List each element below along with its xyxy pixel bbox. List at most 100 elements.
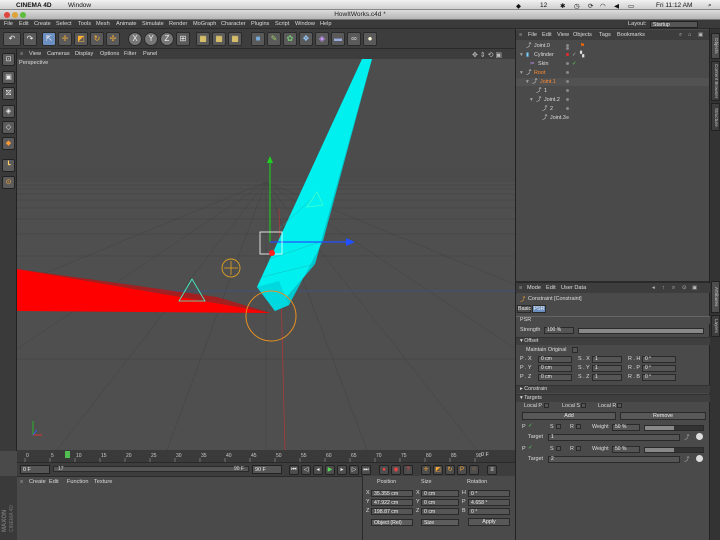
menu-script[interactable]: Script xyxy=(275,21,289,27)
attr-lock-icon[interactable]: ⊙ xyxy=(682,285,687,291)
render-view-icon[interactable]: ▦ xyxy=(196,32,210,46)
tab-layers[interactable]: Layers xyxy=(711,315,720,337)
object-name[interactable]: 2 xyxy=(550,105,553,113)
target1-p-check-icon[interactable]: ✓ xyxy=(528,423,533,429)
viewport-canvas[interactable] xyxy=(17,59,515,450)
render-picture-viewer-icon[interactable]: ▦ xyxy=(212,32,226,46)
minimize-window-icon[interactable] xyxy=(12,12,18,18)
attr-newpanel-icon[interactable]: ▣ xyxy=(692,285,697,291)
layout-select[interactable]: Startup xyxy=(650,21,698,28)
target2-weight-field[interactable]: 50 % xyxy=(612,446,640,453)
viewport-menu-cameras[interactable]: Cameras xyxy=(47,51,70,57)
object-name[interactable]: Root xyxy=(534,69,545,77)
offset-px-field[interactable]: 0 cm xyxy=(538,356,572,363)
strength-slider[interactable] xyxy=(578,328,704,334)
coordinate-system-icon[interactable]: ⊞ xyxy=(176,32,190,46)
object-row[interactable]: ⤴ Joint.3 xyxy=(516,114,710,122)
expand-icon[interactable]: ▾ xyxy=(530,96,533,104)
range-slider[interactable]: 17 90 F xyxy=(53,466,249,472)
clock[interactable]: Fri 11:12 AM xyxy=(656,2,692,9)
object-row[interactable]: ▾ ⤴ Joint.2 xyxy=(516,96,710,104)
visibility-dot[interactable] xyxy=(566,62,569,65)
play-icon[interactable]: ▶ xyxy=(325,465,335,475)
coord-size-y-field[interactable]: 0 cm xyxy=(421,499,459,506)
constraint-tag-icon[interactable]: ⚑ xyxy=(580,42,585,50)
viewport-menu-display[interactable]: Display xyxy=(75,51,93,57)
perspective-viewport[interactable]: Perspective xyxy=(17,59,515,450)
attr-back-icon[interactable]: ↑ xyxy=(662,285,665,291)
axis-y-button[interactable]: Y xyxy=(144,32,158,46)
menu-select[interactable]: Select xyxy=(56,21,72,27)
viewport-menu-view[interactable]: View xyxy=(29,51,41,57)
floor-icon[interactable]: ▬ xyxy=(331,32,345,46)
weight-tag-icon[interactable]: ▚ xyxy=(580,51,584,59)
target1-options-icon[interactable] xyxy=(696,433,703,440)
visibility-dot[interactable] xyxy=(566,116,569,119)
badge-count[interactable]: 12 xyxy=(540,2,547,9)
viewport-nav-icons[interactable]: ✥ ⇕ ⟲ ▣ xyxy=(472,51,502,59)
wifi-icon[interactable]: ◠ xyxy=(600,2,606,10)
scale-tool-icon[interactable]: ◩ xyxy=(74,32,88,46)
light-icon[interactable]: ● xyxy=(363,32,377,46)
bluetooth-icon[interactable]: ✱ xyxy=(560,2,565,10)
key-rotation-icon[interactable]: ↻ xyxy=(445,465,455,475)
object-name[interactable]: Joint.1 xyxy=(540,78,556,86)
go-to-start-icon[interactable]: ⏮ xyxy=(289,465,299,475)
key-pla-icon[interactable]: ⁘ xyxy=(469,465,479,475)
timeline-ruler[interactable]: 0 5 10 15 20 25 30 35 40 45 50 55 60 65 70 75 80 85 90 0 F xyxy=(17,450,515,462)
tab-content-browser[interactable]: Content Browser xyxy=(711,61,720,101)
edges-mode-icon[interactable]: ◇ xyxy=(2,121,15,134)
visibility-dot[interactable] xyxy=(566,98,569,101)
menu-window[interactable]: Window xyxy=(295,21,315,27)
coord-size-select[interactable]: Size xyxy=(421,519,459,526)
offset-sx-field[interactable]: 1 xyxy=(592,356,622,363)
redo-icon[interactable]: ↷ xyxy=(23,32,37,46)
key-parameter-icon[interactable]: P xyxy=(457,465,467,475)
offset-sz-field[interactable]: 1 xyxy=(592,374,622,381)
offset-rp-field[interactable]: 0 ° xyxy=(642,365,676,372)
axis-x-button[interactable]: X xyxy=(128,32,142,46)
next-key-icon[interactable]: ▷ xyxy=(349,465,359,475)
subdivision-icon[interactable]: ✿ xyxy=(283,32,297,46)
go-to-end-icon[interactable]: ⏭ xyxy=(361,465,371,475)
visibility-dot[interactable] xyxy=(566,80,569,83)
menu-help[interactable]: Help xyxy=(320,21,332,27)
points-mode-icon[interactable]: ◈ xyxy=(2,105,15,118)
playhead[interactable] xyxy=(65,451,70,458)
target1-s-checkbox[interactable] xyxy=(556,424,561,429)
visibility-dot[interactable] xyxy=(566,89,569,92)
obj-newpanel-icon[interactable]: ▣ xyxy=(698,32,703,38)
move-tool-icon[interactable]: ✛ xyxy=(58,32,72,46)
target2-r-checkbox[interactable] xyxy=(576,446,581,451)
targets-section-header[interactable]: ▾ Targets xyxy=(516,394,710,402)
attr-up-icon[interactable]: ◂ xyxy=(652,285,655,291)
object-name[interactable]: Cylinder xyxy=(534,51,554,59)
coord-mode-select[interactable]: Object (Rel) xyxy=(371,519,413,526)
local-p-checkbox[interactable] xyxy=(544,403,549,408)
viewport-menu-filter[interactable]: Filter xyxy=(124,51,136,57)
strength-field[interactable]: 100 % xyxy=(544,327,574,334)
expand-icon[interactable]: ▾ xyxy=(526,78,529,86)
object-row[interactable]: ▾ ⤴ Joint.1 xyxy=(516,78,710,86)
visibility-dot[interactable] xyxy=(566,71,569,74)
target1-r-checkbox[interactable] xyxy=(576,424,581,429)
cube-icon[interactable]: ■ xyxy=(251,32,265,46)
key-scale-icon[interactable]: ◩ xyxy=(433,465,443,475)
menu-create[interactable]: Create xyxy=(34,21,51,27)
coord-pos-x-field[interactable]: 35.355 cm xyxy=(371,490,413,497)
autokey-icon[interactable]: ◉ xyxy=(391,465,401,475)
offset-rb-field[interactable]: 0 ° xyxy=(642,374,676,381)
volume-icon[interactable]: ◀ xyxy=(614,2,619,10)
expand-icon[interactable]: ▾ xyxy=(520,51,523,59)
coord-rot-p-field[interactable]: 4.658 ° xyxy=(468,499,510,506)
end-frame-field[interactable]: 90 F xyxy=(252,465,282,474)
recent-tool-icon[interactable]: ✢ xyxy=(106,32,120,46)
obj-search-icon[interactable]: ⌕ xyxy=(679,32,682,39)
tab-basic[interactable]: Basic xyxy=(517,305,531,313)
object-row[interactable]: ⤴ 2 xyxy=(516,105,710,113)
dropbox-icon[interactable]: ◆ xyxy=(516,2,521,10)
target1-pick-icon[interactable]: ⤴ xyxy=(684,433,689,441)
target1-link-field[interactable]: 1 xyxy=(548,434,680,441)
material-menu-edit[interactable]: Edit xyxy=(49,479,59,485)
target2-weight-slider[interactable] xyxy=(644,447,704,453)
